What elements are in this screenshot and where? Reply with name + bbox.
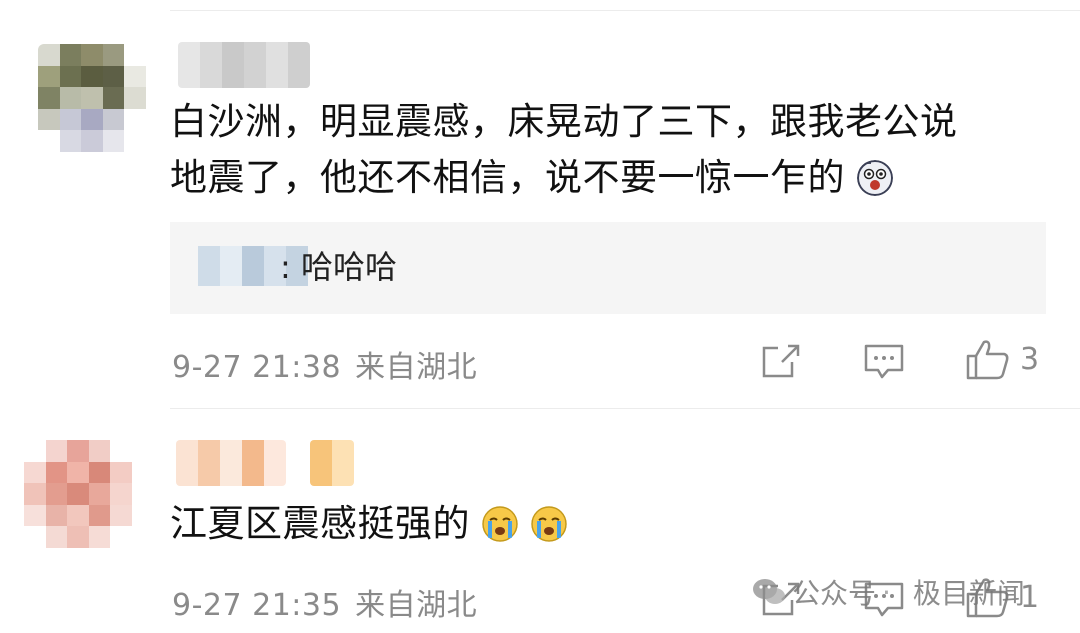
top-divider [170,10,1080,11]
comment-feed: 白沙洲，明显震感，床晃动了三下，跟我老公说 地震了，他还不相信，说不要一惊一乍的… [0,0,1080,633]
comment-text: 白沙洲，明显震感，床晃动了三下，跟我老公说 地震了，他还不相信，说不要一惊一乍的 [170,94,1050,206]
crying-face-emoji [482,506,519,542]
comment-text-line: 江夏区震感挺强的 [170,502,470,545]
user-badge-blurred [310,440,354,486]
location: 来自湖北 [355,588,478,623]
comment-meta: 9-27 21:35 来自湖北 [172,580,477,624]
watermark: 公众号 · 极目新闻 [752,572,1025,612]
comment-text-line: 白沙洲，明显震感，床晃动了三下，跟我老公说 [170,100,958,143]
like-button[interactable]: 3 [966,338,1039,380]
wechat-icon [753,579,785,604]
timestamp: 9-27 21:35 [172,588,342,623]
like-count: 3 [1020,341,1040,377]
comment-text: 江夏区震感挺强的 [170,496,1050,552]
share-button[interactable] [762,344,800,378]
watermark-source: 极目新闻 [912,577,1025,610]
comment-meta: 9-27 21:38 来自湖北 [172,342,477,386]
avatar[interactable] [24,440,132,548]
reply-text: : 哈哈哈 [280,248,397,286]
reply-box[interactable]: : 哈哈哈 [170,222,1046,314]
username-blurred[interactable] [176,440,286,486]
watermark-separator: · [882,575,891,609]
location: 来自湖北 [355,350,478,385]
comment-divider [170,408,1080,409]
timestamp: 9-27 21:38 [172,350,342,385]
comment-icon [864,344,904,379]
share-icon [762,344,800,378]
comment-text-line: 地震了，他还不相信，说不要一惊一乍的 [170,156,845,199]
avatar[interactable] [38,44,146,152]
comment-button[interactable] [864,344,904,380]
shocked-face-emoji [857,160,894,196]
username-blurred[interactable] [178,42,310,88]
watermark-account: 公众号 [792,577,877,610]
crying-face-emoji [530,506,567,542]
thumbs-up-icon [966,340,1009,380]
